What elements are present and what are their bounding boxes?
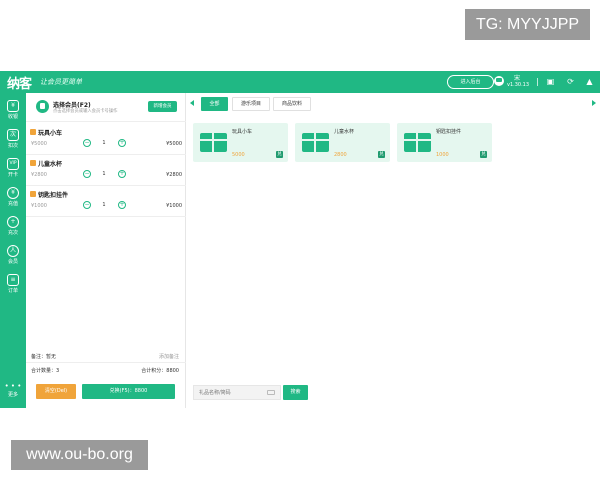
cart-item-qty[interactable]: 1 — [101, 171, 107, 177]
gift-tag-icon — [30, 129, 36, 135]
product-price: 1000 — [436, 152, 449, 158]
total-points: 合计积分：8800 — [141, 368, 179, 374]
header-divider — [537, 78, 538, 86]
brand-logo: 纳客 — [7, 77, 32, 92]
gift-tag-icon — [30, 191, 36, 197]
order-icon: ≡ — [7, 274, 19, 286]
recharge-icon: ¥ — [7, 187, 19, 199]
cashier-icon: ¥ — [7, 100, 19, 112]
member-icon: 人 — [7, 245, 19, 257]
qty-minus-button[interactable]: − — [83, 139, 91, 147]
product-name: 儿童水杯 — [334, 129, 355, 135]
sidebar-item-open-card[interactable]: VIP 开卡 — [0, 155, 26, 184]
gift-tag-icon — [30, 160, 36, 166]
qty-plus-button[interactable]: + — [118, 139, 126, 147]
redeem-badge: 兑 — [276, 151, 283, 158]
qty-minus-button[interactable]: − — [83, 201, 91, 209]
tab-all[interactable]: 全部 — [201, 97, 228, 111]
user-avatar-icon[interactable] — [494, 76, 504, 86]
sidebar-item-deduct-count[interactable]: 次 扣次 — [0, 126, 26, 155]
keyboard-icon[interactable] — [267, 390, 275, 395]
enter-backend-button[interactable]: 进入后台 — [447, 75, 494, 89]
refresh-icon[interactable]: ⟳ — [566, 77, 575, 86]
sidebar-item-recharge-count[interactable]: + 充次 — [0, 213, 26, 242]
cart-item-total: ¥2800 — [166, 172, 182, 178]
tab-amusement[interactable]: 游乐项目 — [232, 97, 270, 111]
redeem-button[interactable]: 兑换(F5)：8800 — [82, 384, 175, 399]
sidebar-item-label: 充次 — [7, 230, 18, 236]
sidebar-item-label: 扣次 — [7, 143, 18, 149]
app-version: v1.30.13 — [507, 82, 530, 88]
tab-scroll-left-icon[interactable] — [190, 100, 194, 106]
cart-item-name: 钥匙扣挂件 — [38, 192, 69, 199]
cart-item-price: ¥1000 — [31, 203, 47, 209]
cart-item: 儿童水杯 ¥2800 − 1 + ¥2800 — [26, 155, 186, 186]
product-panel: 全部 游乐项目 商品饮料 玩具小车 5000 兑 儿童水杯 2800 兑 钥匙扣… — [186, 93, 600, 408]
recharge-count-icon: + — [7, 216, 19, 228]
qty-minus-button[interactable]: − — [83, 170, 91, 178]
more-dots-icon: • • • — [4, 382, 22, 390]
qty-plus-button[interactable]: + — [118, 201, 126, 209]
bell-icon[interactable]: ▲ — [585, 77, 594, 86]
product-card[interactable]: 儿童水杯 2800 兑 — [295, 123, 390, 162]
cart-item-total: ¥1000 — [166, 203, 182, 209]
sidebar-item-order[interactable]: ≡ 订单 — [0, 271, 26, 300]
clear-button[interactable]: 清空(Del) — [36, 384, 76, 399]
deduct-count-icon: 次 — [7, 129, 19, 141]
cart-item-price: ¥5000 — [31, 141, 47, 147]
sidebar-item-label: 收银 — [7, 114, 18, 120]
user-name: 宋 — [514, 75, 521, 82]
member-select-hint: 点击选择会员或输入会员卡号操作 — [53, 109, 118, 114]
cart-item-qty[interactable]: 1 — [101, 140, 107, 146]
product-price: 5000 — [232, 152, 245, 158]
qty-plus-button[interactable]: + — [118, 170, 126, 178]
sidebar-item-label: 会员 — [7, 259, 18, 265]
add-remark-link[interactable]: 添加备注 — [159, 353, 179, 360]
member-select-icon[interactable] — [36, 100, 49, 113]
sidebar-item-cashier[interactable]: ¥ 收银 — [0, 97, 26, 126]
gift-card-icon — [302, 133, 329, 152]
product-name: 玩具小车 — [232, 129, 253, 135]
cart-divider — [26, 121, 186, 122]
remark-label: 备注：暂无 — [31, 354, 57, 360]
cart-panel: 选择会员(F2) 点击选择会员或输入会员卡号操作 新增会员 玩具小车 ¥5000… — [26, 93, 186, 408]
redeem-badge: 兑 — [378, 151, 385, 158]
gift-card-icon — [404, 133, 431, 152]
cart-item-price: ¥2800 — [31, 172, 47, 178]
sidebar-item-label: 充值 — [7, 201, 18, 207]
sidebar-nav: ¥ 收银 次 扣次 VIP 开卡 ¥ 充值 + 充次 人 会员 ≡ 订单 • •… — [0, 93, 26, 408]
brand-slogan: 让会员更简单 — [40, 78, 82, 86]
product-price: 2800 — [334, 152, 347, 158]
watermark-bottom: www.ou-bo.org — [11, 440, 148, 470]
watermark-top: TG: MYYJJPP — [465, 9, 590, 40]
printer-icon[interactable]: ▣ — [546, 77, 555, 86]
top-header: 纳客 让会员更简单 进入后台 宋 v1.30.13 ▣ ⟳ ▲ — [0, 71, 600, 93]
add-member-button[interactable]: 新增会员 — [148, 101, 177, 112]
sidebar-item-more[interactable]: • • • 更多 — [0, 379, 26, 403]
cart-item: 玩具小车 ¥5000 − 1 + ¥5000 — [26, 124, 186, 155]
gift-card-icon — [200, 133, 227, 152]
sidebar-item-label: 更多 — [7, 392, 18, 398]
cart-item-name: 儿童水杯 — [38, 161, 63, 168]
summary-divider — [26, 362, 186, 363]
sidebar-item-recharge[interactable]: ¥ 充值 — [0, 184, 26, 213]
sidebar-item-member[interactable]: 人 会员 — [0, 242, 26, 271]
sidebar-item-label: 开卡 — [7, 172, 18, 178]
search-button[interactable]: 搜索 — [283, 385, 308, 400]
cart-item-total: ¥5000 — [166, 141, 182, 147]
total-quantity: 合计数量：3 — [31, 368, 60, 374]
cart-item-name: 玩具小车 — [38, 130, 63, 137]
product-card[interactable]: 玩具小车 5000 兑 — [193, 123, 288, 162]
vip-card-icon: VIP — [7, 158, 19, 170]
product-name: 钥匙扣挂件 — [436, 129, 462, 135]
tab-goods-drinks[interactable]: 商品饮料 — [273, 97, 311, 111]
redeem-badge: 兑 — [480, 151, 487, 158]
tab-scroll-right-icon[interactable] — [592, 100, 596, 106]
sidebar-item-label: 订单 — [7, 288, 18, 294]
app-window: 纳客 让会员更简单 进入后台 宋 v1.30.13 ▣ ⟳ ▲ ¥ 收银 次 扣… — [0, 71, 600, 408]
cart-item-qty[interactable]: 1 — [101, 202, 107, 208]
product-card[interactable]: 钥匙扣挂件 1000 兑 — [397, 123, 492, 162]
cart-item: 钥匙扣挂件 ¥1000 − 1 + ¥1000 — [26, 186, 186, 217]
